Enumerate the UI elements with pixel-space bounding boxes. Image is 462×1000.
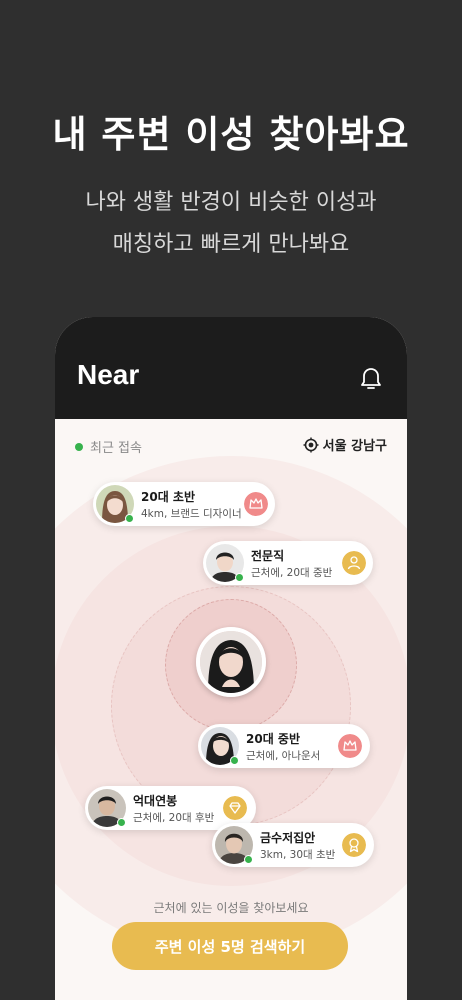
app-header: Near [55,317,407,419]
gold-medal-icon [342,833,366,857]
promo-title: 내 주변 이성 찾아봐요 [52,113,410,156]
profile-subtitle: 근처에, 20대 중반 [251,567,333,579]
recent-access-indicator: 최근 접속 [75,437,142,456]
crown-icon [244,492,268,516]
online-dot [244,855,253,864]
promo-subtitle-line2: 매칭하고 빠르게 만나봐요 [112,232,350,257]
profile-card[interactable]: 전문직 근처에, 20대 중반 [203,541,373,585]
profile-subtitle: 근처에, 20대 후반 [133,812,215,824]
location-selector[interactable]: 서울 강남구 [303,435,387,454]
status-label: 최근 접속 [90,441,142,456]
location-target-icon [303,437,319,452]
profile-card[interactable]: 20대 중반 근처에, 아나운서 [198,724,370,768]
profile-subtitle: 4km, 브랜드 디자이너 [141,508,242,520]
profile-title: 억대연봉 [133,794,178,808]
promo-subtitle-line1: 나와 생활 반경이 비슷한 이성과 [85,190,377,215]
online-dot [75,442,83,451]
diamond-icon [223,796,247,820]
search-nearby-button[interactable]: 주변 이성 5명 검색하기 [112,922,348,970]
app-title: Near [77,359,140,390]
search-hint: 근처에 있는 이성을 찾아보세요 [153,901,309,915]
online-dot [235,573,244,582]
profile-title: 전문직 [251,549,285,563]
my-profile-photo[interactable] [196,627,266,697]
profile-subtitle: 3km, 30대 초반 [260,849,336,861]
profile-subtitle: 근처에, 아나운서 [246,750,321,762]
online-dot [230,756,239,765]
radar-area: 최근 접속 서울 강남구 20대 초반 4km, 브랜드 디자이너 전문직 근처… [55,419,407,1000]
profile-title: 금수저집안 [260,831,316,845]
crown-icon [338,734,362,758]
phone-frame: Near 최근 접속 서울 강남구 20대 초반 4km, 브랜드 디자이너 전… [55,317,407,1000]
profile-title: 20대 중반 [246,732,300,746]
online-dot [125,514,134,523]
profile-title: 20대 초반 [141,490,195,504]
professional-icon [342,551,366,575]
profile-card[interactable]: 20대 초반 4km, 브랜드 디자이너 [93,482,275,526]
profile-card[interactable]: 금수저집안 3km, 30대 초반 [212,823,374,867]
bell-icon[interactable] [357,365,385,393]
location-label: 서울 강남구 [322,439,387,454]
online-dot [117,818,126,827]
